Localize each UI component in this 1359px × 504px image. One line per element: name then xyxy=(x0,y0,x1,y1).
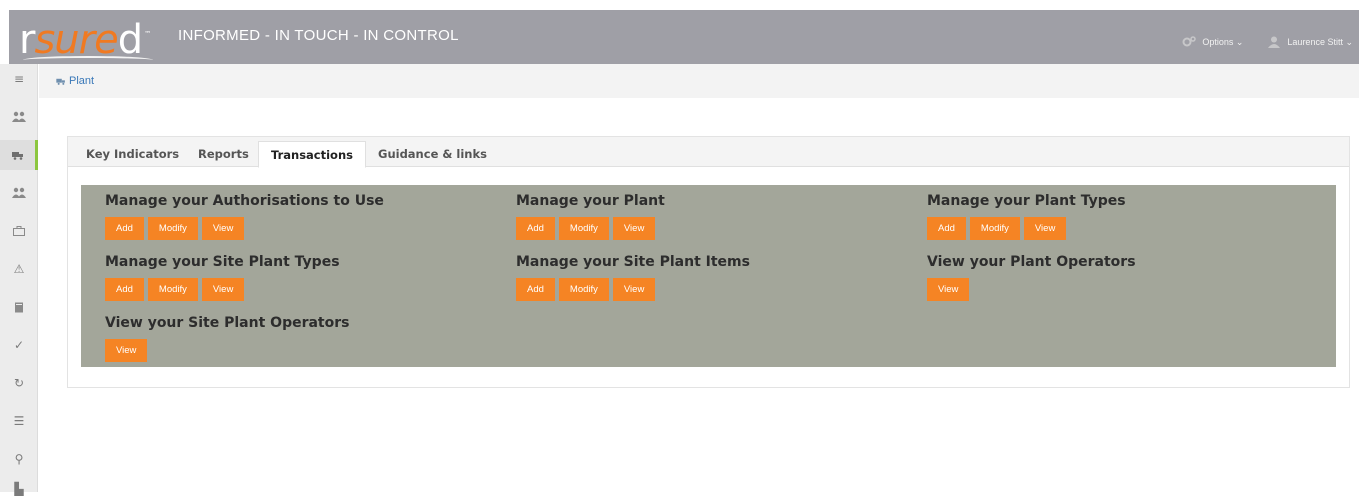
transactions-box: Manage your Authorisations to Use Add Mo… xyxy=(81,185,1336,367)
user-icon xyxy=(1268,36,1281,48)
view-button[interactable]: View xyxy=(612,217,656,240)
header-right: Options ⌄ Laurence Stitt ⌄ xyxy=(1182,36,1353,48)
users-icon[interactable] xyxy=(0,102,38,132)
briefcase-icon-svg xyxy=(13,226,25,236)
group-site-plant-types: Manage your Site Plant Types Add Modify … xyxy=(105,254,340,301)
group-title: View your Site Plant Operators xyxy=(105,315,350,331)
book-icon-svg xyxy=(15,302,23,312)
modify-button[interactable]: Modify xyxy=(147,217,198,240)
group-icon[interactable] xyxy=(0,178,38,208)
top-header: r sure d ™ INFORMED - IN TOUCH - IN CONTROL… xyxy=(9,10,1359,64)
group-icon-svg xyxy=(12,187,26,198)
user-label: Laurence Stitt ⌄ xyxy=(1287,36,1353,47)
breadcrumb-label: Plant xyxy=(69,75,95,87)
content-panel: Key Indicators Reports Transactions Guid… xyxy=(67,136,1350,388)
tab-bar: Key Indicators Reports Transactions Guid… xyxy=(68,137,1349,168)
view-button[interactable]: View xyxy=(1023,217,1067,240)
add-button[interactable]: Add xyxy=(105,217,144,240)
book-icon[interactable] xyxy=(0,292,38,322)
group-title: Manage your Site Plant Types xyxy=(105,254,340,270)
add-button[interactable]: Add xyxy=(516,278,555,301)
tagline: INFORMED - IN TOUCH - IN CONTROL xyxy=(178,27,459,44)
logo-swoosh xyxy=(23,56,153,64)
group-authorisations: Manage your Authorisations to Use Add Mo… xyxy=(105,193,384,240)
user-menu[interactable]: Laurence Stitt ⌄ xyxy=(1267,36,1353,48)
chart-icon[interactable]: ▙ xyxy=(0,474,38,504)
modify-button[interactable]: Modify xyxy=(558,217,609,240)
group-plant-types: Manage your Plant Types Add Modify View xyxy=(927,193,1126,240)
group-plant-operators: View your Plant Operators View xyxy=(927,254,1136,301)
refresh-icon[interactable]: ↻ xyxy=(0,368,38,398)
group-title: Manage your Authorisations to Use xyxy=(105,193,384,209)
list-icon[interactable]: ☰ xyxy=(0,406,38,436)
modify-button[interactable]: Modify xyxy=(147,278,198,301)
options-label: Options ⌄ xyxy=(1202,36,1244,47)
add-button[interactable]: Add xyxy=(927,217,966,240)
breadcrumb-bar: Plant xyxy=(39,64,1359,98)
truck-icon-svg xyxy=(11,151,23,160)
view-button[interactable]: View xyxy=(927,278,970,301)
modify-button[interactable]: Modify xyxy=(558,278,609,301)
group-title: Manage your Plant Types xyxy=(927,193,1126,209)
truck-icon[interactable] xyxy=(0,140,38,170)
options-menu[interactable]: Options ⌄ xyxy=(1182,36,1243,48)
group-plant: Manage your Plant Add Modify View xyxy=(516,193,665,240)
truck-icon xyxy=(56,78,65,85)
breadcrumb-plant[interactable]: Plant xyxy=(56,75,94,87)
warning-icon[interactable]: ⚠ xyxy=(0,254,38,284)
modify-button[interactable]: Modify xyxy=(969,217,1020,240)
tab-guidance-links[interactable]: Guidance & links xyxy=(366,141,499,167)
check-icon[interactable]: ✓ xyxy=(0,330,38,360)
group-site-plant-items: Manage your Site Plant Items Add Modify … xyxy=(516,254,750,301)
gears-icon xyxy=(1182,36,1197,47)
briefcase-icon[interactable] xyxy=(0,216,38,246)
view-button[interactable]: View xyxy=(612,278,656,301)
tab-reports[interactable]: Reports xyxy=(186,141,261,167)
group-title: Manage your Site Plant Items xyxy=(516,254,750,270)
menu-icon[interactable]: ≡ xyxy=(0,64,38,94)
view-button[interactable]: View xyxy=(105,339,148,362)
users-icon-svg xyxy=(12,111,26,122)
view-button[interactable]: View xyxy=(201,217,245,240)
group-title: View your Plant Operators xyxy=(927,254,1136,270)
group-title: Manage your Plant xyxy=(516,193,665,209)
left-sidebar: ≡ ⚠ ✓ ↻ ☰ ⚲ ▙ xyxy=(0,64,38,496)
rsured-logo[interactable]: r sure d ™ xyxy=(19,12,151,62)
tab-transactions[interactable]: Transactions xyxy=(258,141,366,168)
add-button[interactable]: Add xyxy=(516,217,555,240)
map-marker-icon[interactable]: ⚲ xyxy=(0,444,38,474)
view-button[interactable]: View xyxy=(201,278,245,301)
group-site-plant-operators: View your Site Plant Operators View xyxy=(105,315,349,362)
add-button[interactable]: Add xyxy=(105,278,144,301)
tab-key-indicators[interactable]: Key Indicators xyxy=(74,141,191,167)
